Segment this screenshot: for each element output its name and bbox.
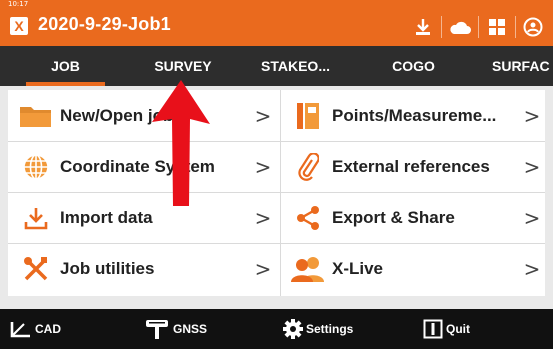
menu-item-export-share[interactable]: Export & Share > <box>284 192 545 243</box>
quit-icon <box>423 319 443 339</box>
title-separator <box>515 16 516 38</box>
quit-button[interactable]: Quit <box>423 309 470 349</box>
tab-surface[interactable]: SURFAC <box>478 46 553 86</box>
share-icon <box>284 192 332 243</box>
menu-item-label: Import data <box>60 207 153 227</box>
menu-item-label: Export & Share <box>332 207 455 227</box>
title-separator <box>441 16 442 38</box>
status-bar: 10:17 <box>0 0 553 8</box>
satellite-icon[interactable] <box>519 15 547 39</box>
menu-item-label: Coordinate System <box>60 156 215 176</box>
menu-item-import-data[interactable]: Import data > <box>12 192 276 243</box>
points-book-icon <box>284 90 332 141</box>
menu-item-job-utilities[interactable]: Job utilities > <box>12 243 276 294</box>
tab-stakeout[interactable]: STAKEO... <box>248 46 343 86</box>
chevron-right-icon: > <box>254 256 272 281</box>
chevron-right-icon: > <box>254 103 272 128</box>
chevron-right-icon: > <box>523 256 541 281</box>
bottom-bar: CAD GNSS Settings Quit <box>0 309 553 349</box>
cad-label: CAD <box>35 322 61 336</box>
menu-item-new-open-job[interactable]: New/Open job > <box>12 90 276 141</box>
import-icon <box>12 192 60 243</box>
menu-item-coordinate-system[interactable]: Coordinate System > <box>12 141 276 192</box>
status-time: 10:17 <box>8 0 29 8</box>
users-icon <box>284 243 332 294</box>
settings-label: Settings <box>306 322 354 336</box>
cad-button[interactable]: CAD <box>10 309 61 349</box>
title-separator <box>478 16 479 38</box>
tab-survey[interactable]: SURVEY <box>128 46 238 86</box>
chevron-right-icon: > <box>523 205 541 230</box>
chevron-right-icon: > <box>523 154 541 179</box>
settings-button[interactable]: Settings <box>283 309 353 349</box>
paperclip-icon <box>284 141 332 192</box>
app-logo[interactable]: X <box>10 17 28 35</box>
menu-item-x-live[interactable]: X-Live > <box>284 243 545 294</box>
cad-icon <box>10 322 30 338</box>
menu-item-external-references[interactable]: External references > <box>284 141 545 192</box>
menu-column-divider <box>280 90 281 296</box>
gnss-button[interactable]: GNSS <box>144 309 207 349</box>
folder-icon <box>12 90 60 141</box>
tab-cogo[interactable]: COGO <box>366 46 461 86</box>
gnss-label: GNSS <box>173 322 208 336</box>
chevron-right-icon: > <box>523 103 541 128</box>
grid-icon[interactable] <box>483 15 511 39</box>
menu-item-label: Job utilities <box>60 258 155 278</box>
menu-item-label: Points/Measureme... <box>332 105 497 125</box>
cloud-icon[interactable] <box>446 15 474 39</box>
menu-item-label: External references <box>332 156 490 176</box>
gnss-receiver-icon <box>146 320 168 339</box>
download-icon[interactable] <box>409 15 437 39</box>
menu-item-points-measurements[interactable]: Points/Measureme... > <box>284 90 545 141</box>
tab-bar: JOB SURVEY STAKEO... COGO SURFAC <box>0 46 553 86</box>
tab-job[interactable]: JOB <box>18 46 113 86</box>
tools-icon <box>12 243 60 294</box>
quit-label: Quit <box>446 322 470 336</box>
menu-item-label: X-Live <box>332 258 384 278</box>
globe-icon <box>12 141 60 192</box>
chevron-right-icon: > <box>254 205 272 230</box>
gear-icon <box>283 319 303 339</box>
job-menu-panel: New/Open job > Coordinate System > Impor… <box>8 90 545 296</box>
menu-item-label: New/Open job <box>60 105 174 125</box>
chevron-right-icon: > <box>254 154 272 179</box>
job-title: 2020-9-29-Job1 <box>38 14 171 34</box>
